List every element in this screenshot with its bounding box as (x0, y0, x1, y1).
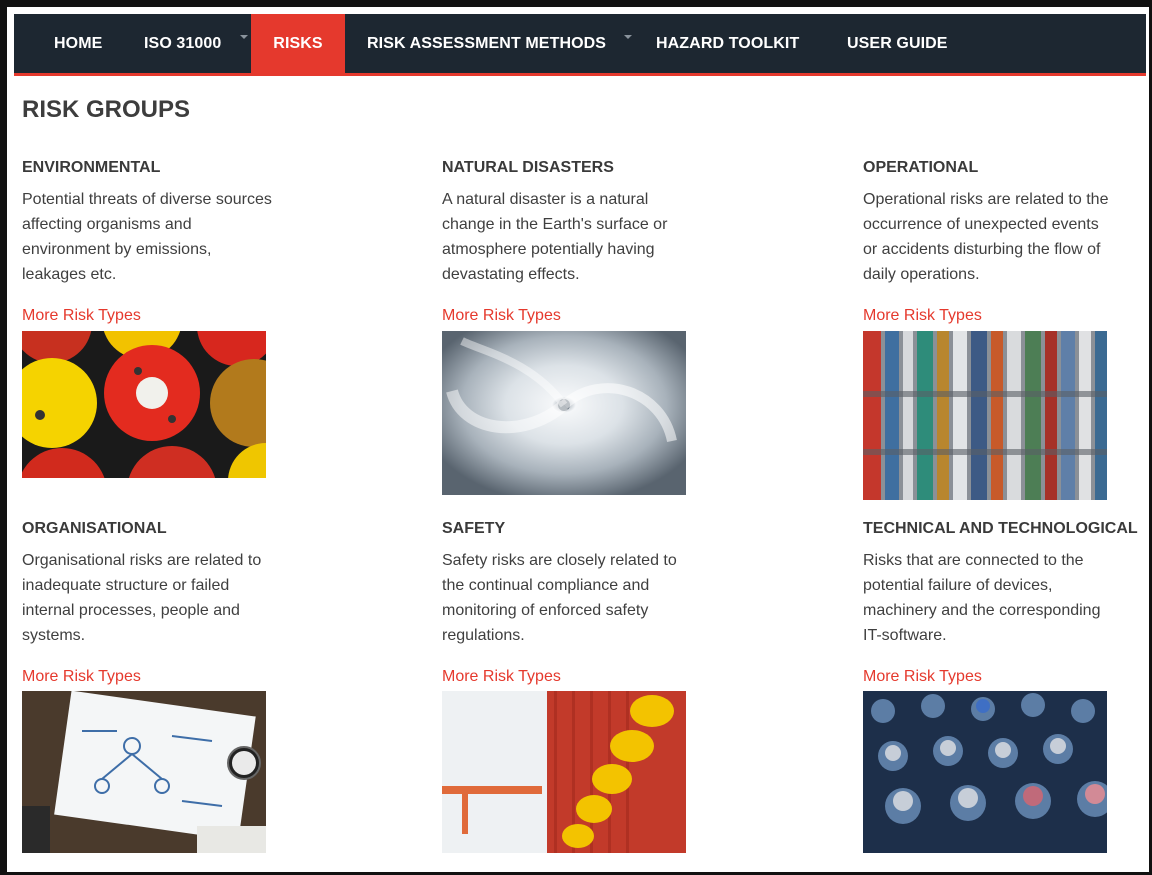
more-risk-types-link[interactable]: More Risk Types (22, 668, 141, 686)
nav-item-risk-assessment-methods[interactable]: RISK ASSESSMENT METHODS (357, 14, 623, 73)
more-risk-types-link[interactable]: More Risk Types (863, 668, 982, 686)
group-title: ENVIRONMENTAL (22, 159, 161, 176)
group-title: TECHNICAL AND TECHNOLOGICAL (863, 520, 1138, 537)
natural-disasters-image[interactable] (442, 331, 686, 495)
mixing-console-illustration (863, 691, 1107, 853)
group-description: Risks that are connected to the potentia… (863, 552, 1101, 644)
risk-group-technical-and-technological: TECHNICAL AND TECHNOLOGICAL Risks that a… (863, 518, 1149, 648)
environmental-image[interactable] (22, 331, 266, 478)
more-risk-types-link[interactable]: More Risk Types (22, 307, 141, 325)
group-description: Safety risks are closely related to the … (442, 552, 677, 644)
group-title: SAFETY (442, 520, 506, 537)
oil-barrels-illustration (22, 331, 266, 478)
technical-image[interactable] (863, 691, 1107, 853)
more-risk-types-link[interactable]: More Risk Types (442, 668, 561, 686)
nav-item-home[interactable]: HOME (44, 14, 134, 73)
hard-hats-illustration (442, 691, 686, 853)
group-title: OPERATIONAL (863, 159, 979, 176)
risk-group-environmental: ENVIRONMENTAL Potential threats of diver… (22, 157, 322, 287)
group-title: ORGANISATIONAL (22, 520, 167, 537)
group-description: Potential threats of diverse sources aff… (22, 191, 272, 283)
nav-item-user-guide[interactable]: USER GUIDE (837, 14, 947, 73)
browser-frame: HOME ISO 31000 RISKS RISK ASSESSMENT MET… (0, 0, 1152, 875)
group-title: NATURAL DISASTERS (442, 159, 614, 176)
nav-item-hazard-toolkit[interactable]: HAZARD TOOLKIT (646, 14, 816, 73)
operational-image[interactable] (863, 331, 1107, 500)
safety-image[interactable] (442, 691, 686, 853)
containers-illustration (863, 331, 1107, 500)
group-description: A natural disaster is a natural change i… (442, 191, 668, 283)
risk-group-natural-disasters: NATURAL DISASTERS A natural disaster is … (442, 157, 742, 287)
risk-group-organisational: ORGANISATIONAL Organisational risks are … (22, 518, 322, 648)
hurricane-illustration (442, 331, 686, 495)
chevron-down-icon[interactable] (624, 35, 632, 39)
more-risk-types-link[interactable]: More Risk Types (863, 307, 982, 325)
organisational-image[interactable] (22, 691, 266, 853)
risk-group-safety: SAFETY Safety risks are closely related … (442, 518, 742, 648)
chevron-down-icon[interactable] (240, 35, 248, 39)
more-risk-types-link[interactable]: More Risk Types (442, 307, 561, 325)
risk-group-operational: OPERATIONAL Operational risks are relate… (863, 157, 1149, 287)
group-description: Organisational risks are related to inad… (22, 552, 262, 644)
group-description: Operational risks are related to the occ… (863, 191, 1109, 283)
nav-item-iso-31000[interactable]: ISO 31000 (134, 14, 254, 73)
main-navbar: HOME ISO 31000 RISKS RISK ASSESSMENT MET… (14, 14, 1146, 76)
business-plan-illustration (22, 691, 266, 853)
nav-item-risks[interactable]: RISKS (251, 14, 345, 73)
page-title: RISK GROUPS (22, 96, 191, 123)
